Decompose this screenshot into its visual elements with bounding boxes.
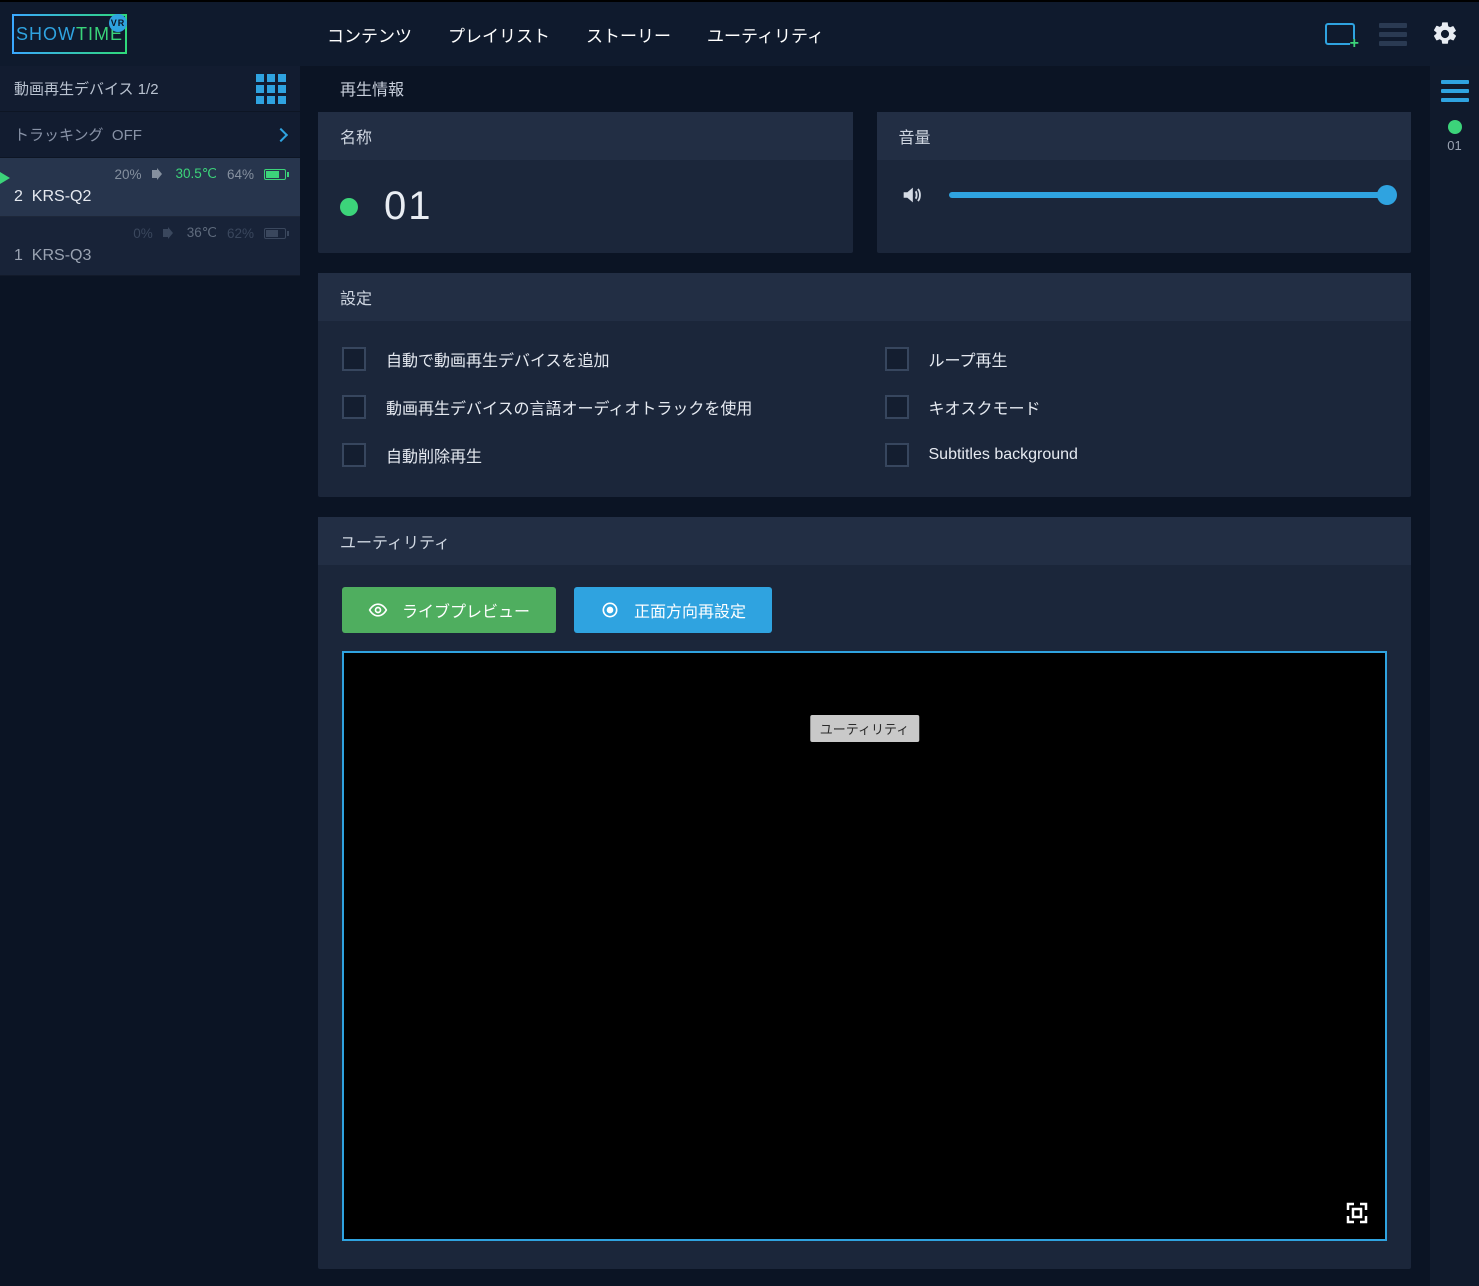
- checkbox-auto-delete-play[interactable]: 自動削除再生: [342, 443, 845, 467]
- sidebar-tracking-row[interactable]: トラッキング OFF: [0, 112, 300, 158]
- tracking-state: OFF: [112, 127, 142, 144]
- checkbox-box: [885, 347, 909, 371]
- rail-menu-icon[interactable]: [1441, 80, 1469, 102]
- name-panel-header: 名称: [318, 112, 853, 160]
- volume-panel-header: 音量: [877, 112, 1412, 160]
- eye-icon: [368, 600, 388, 620]
- rail-device-mini[interactable]: 01: [1447, 120, 1461, 153]
- device-volume-pct: 20%: [115, 167, 142, 182]
- device-name: 2 KRS-Q2: [14, 188, 286, 206]
- gear-icon[interactable]: [1431, 20, 1459, 48]
- live-preview-button[interactable]: ライブプレビュー: [342, 587, 556, 633]
- battery-icon: [264, 228, 286, 239]
- volume-panel: 音量: [877, 112, 1412, 253]
- utility-header: ユーティリティ: [318, 517, 1411, 565]
- settings-header: 設定: [318, 273, 1411, 321]
- checkbox-label: 動画再生デバイスの言語オーディオトラックを使用: [386, 395, 752, 419]
- device-volume-pct: 0%: [133, 226, 153, 241]
- checkbox-box: [342, 395, 366, 419]
- checkbox-label: 自動で動画再生デバイスを追加: [386, 347, 610, 371]
- checkbox-loop-play[interactable]: ループ再生: [885, 347, 1388, 371]
- devices-header-label: 動画再生デバイス 1/2: [14, 78, 159, 99]
- fullscreen-icon[interactable]: [1343, 1201, 1371, 1225]
- chevron-right-icon: [274, 127, 288, 141]
- logo-text-show: SHOW: [16, 24, 76, 45]
- checkbox-label: 自動削除再生: [386, 443, 482, 467]
- device-item-selected[interactable]: 20% 30.5℃ 64% 2 KRS-Q2: [0, 158, 300, 217]
- checkbox-label: ループ再生: [929, 347, 1008, 371]
- utility-panel: ユーティリティ ライブプレビュー 正面方向再設定 ユーティリティ: [318, 517, 1411, 1269]
- checkbox-use-lang-audio[interactable]: 動画再生デバイスの言語オーディオトラックを使用: [342, 395, 845, 419]
- checkbox-box: [342, 347, 366, 371]
- checkbox-subtitles-background[interactable]: Subtitles background: [885, 443, 1388, 467]
- playback-info-panels: 名称 01 音量: [318, 112, 1411, 253]
- device-battery-pct: 62%: [227, 226, 254, 241]
- volume-slider[interactable]: [949, 192, 1390, 198]
- device-temp: 30.5℃: [176, 166, 217, 182]
- volume-icon: [899, 184, 923, 206]
- reset-orientation-label: 正面方向再設定: [634, 598, 746, 622]
- live-preview-label: ライブプレビュー: [402, 598, 530, 622]
- device-stats: 0% 36℃ 62%: [14, 225, 286, 241]
- sidebar: 動画再生デバイス 1/2 トラッキング OFF 20% 30.5℃ 64% 2 …: [0, 66, 300, 1286]
- right-rail: 01: [1429, 66, 1479, 1286]
- name-panel: 名称 01: [318, 112, 853, 253]
- checkbox-auto-add-device[interactable]: 自動で動画再生デバイスを追加: [342, 347, 845, 371]
- checkbox-box: [885, 443, 909, 467]
- tracking-label: トラッキング: [14, 127, 104, 144]
- battery-icon: [264, 169, 286, 180]
- status-dot-icon: [1448, 120, 1462, 134]
- settings-panel: 設定 自動で動画再生デバイスを追加 ループ再生 動画再生デバイスの言語オーディオ…: [318, 273, 1411, 497]
- add-device-icon[interactable]: [1325, 23, 1355, 45]
- volume-icon: [152, 168, 166, 180]
- device-temp: 36℃: [187, 225, 217, 241]
- top-bar: SHOWTIME VR コンテンツ プレイリスト ストーリー ユーティリティ: [0, 0, 1479, 66]
- list-view-icon[interactable]: [1379, 23, 1407, 46]
- main-content: 再生情報 名称 01 音量 設定 自: [300, 66, 1429, 1286]
- app-logo: SHOWTIME VR: [12, 14, 127, 54]
- volume-icon: [163, 227, 177, 239]
- sidebar-devices-header: 動画再生デバイス 1/2: [0, 66, 300, 112]
- device-stats: 20% 30.5℃ 64%: [14, 166, 286, 182]
- nav-contents[interactable]: コンテンツ: [327, 22, 412, 47]
- reset-orientation-button[interactable]: 正面方向再設定: [574, 587, 772, 633]
- logo-vr-badge: VR: [109, 14, 127, 32]
- device-battery-pct: 64%: [227, 167, 254, 182]
- device-name: 1 KRS-Q3: [14, 247, 286, 265]
- playback-name-value: 01: [384, 184, 433, 229]
- preview-tooltip: ユーティリティ: [810, 715, 919, 742]
- device-item[interactable]: 0% 36℃ 62% 1 KRS-Q3: [0, 217, 300, 276]
- target-icon: [600, 600, 620, 620]
- top-nav: コンテンツ プレイリスト ストーリー ユーティリティ: [327, 22, 824, 47]
- slider-thumb[interactable]: [1377, 185, 1397, 205]
- rail-mini-label: 01: [1447, 138, 1461, 153]
- checkbox-box: [885, 395, 909, 419]
- topbar-right-group: [1325, 20, 1459, 48]
- checkbox-box: [342, 443, 366, 467]
- checkbox-label: キオスクモード: [929, 395, 1041, 419]
- utility-buttons: ライブプレビュー 正面方向再設定: [342, 587, 1387, 633]
- grid-view-icon[interactable]: [256, 74, 286, 104]
- nav-utility[interactable]: ユーティリティ: [707, 22, 824, 47]
- playing-indicator-icon: [0, 172, 10, 184]
- live-preview-viewport[interactable]: ユーティリティ: [342, 651, 1387, 1241]
- status-dot-icon: [340, 198, 358, 216]
- nav-playlist[interactable]: プレイリスト: [448, 22, 550, 47]
- checkbox-label: Subtitles background: [929, 446, 1078, 464]
- checkbox-kiosk-mode[interactable]: キオスクモード: [885, 395, 1388, 419]
- nav-story[interactable]: ストーリー: [586, 22, 671, 47]
- playback-info-title: 再生情報: [318, 66, 1411, 112]
